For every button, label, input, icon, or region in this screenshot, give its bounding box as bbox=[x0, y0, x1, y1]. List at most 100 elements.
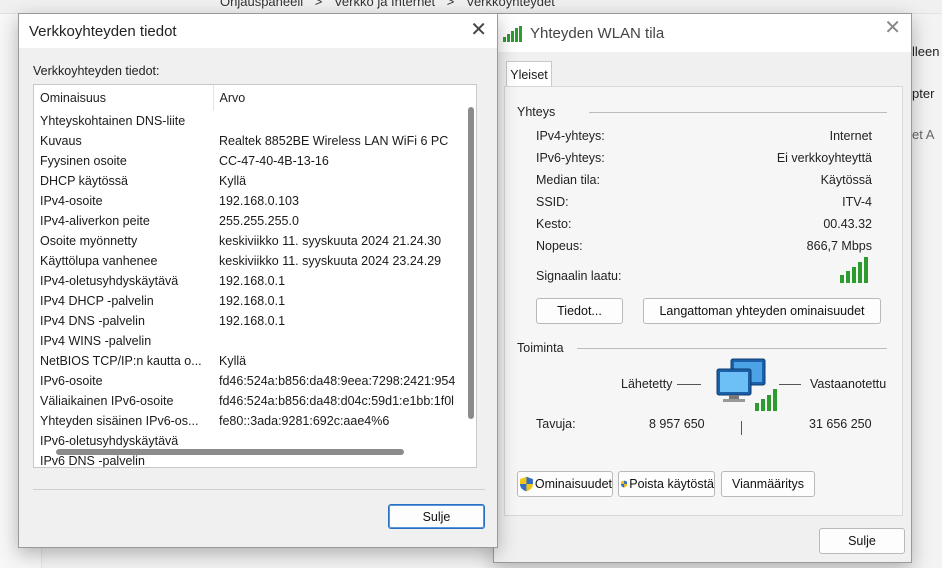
horizontal-scrollbar[interactable] bbox=[56, 449, 404, 455]
details-table: Ominaisuus Arvo Yhteyskohtainen DNS-liit… bbox=[34, 85, 464, 467]
uac-shield-icon bbox=[520, 476, 533, 492]
value-cell bbox=[213, 111, 464, 131]
property-cell: IPv4 DNS -palvelin bbox=[40, 314, 145, 328]
section-divider bbox=[577, 348, 887, 349]
table-row[interactable]: IPv4 DHCP -palvelin 192.168.0.1 bbox=[34, 291, 464, 311]
diagnose-button[interactable]: Vianmääritys bbox=[721, 471, 815, 497]
background-text-fragment: et A bbox=[912, 127, 935, 142]
value-cell: 255.255.255.0 bbox=[219, 214, 299, 228]
breadcrumb-item[interactable]: Verkkoyhteydet bbox=[466, 0, 555, 9]
dialog-divider bbox=[33, 489, 485, 490]
connection-section-heading: Yhteys bbox=[517, 105, 556, 119]
value-cell bbox=[213, 331, 464, 351]
general-tab-panel: Yhteys IPv4-yhteys: Internet IPv6-yhteys… bbox=[504, 86, 903, 516]
value-cell: fd46:524a:b856:da48:d04c:59d1:e1bb:1f0l bbox=[219, 394, 454, 408]
sent-line bbox=[677, 384, 701, 385]
details-list[interactable]: Ominaisuus Arvo Yhteyskohtainen DNS-liit… bbox=[33, 84, 477, 468]
value-cell: keskiviikko 11. syyskuuta 2024 23.24.29 bbox=[219, 254, 442, 268]
value-cell: 192.168.0.1 bbox=[219, 274, 286, 288]
media-state-value: Käytössä bbox=[820, 173, 872, 187]
value-cell: Kyllä bbox=[219, 174, 247, 188]
breadcrumb-separator: > bbox=[314, 0, 323, 9]
table-row[interactable]: IPv4-aliverkon peite 255.255.255.0 bbox=[34, 211, 464, 231]
value-cell: CC-47-40-4B-13-16 bbox=[219, 154, 329, 168]
properties-button[interactable]: Ominaisuudet bbox=[517, 471, 613, 497]
property-cell: IPv4 WINS -palvelin bbox=[40, 334, 152, 348]
value-cell: Realtek 8852BE Wireless LAN WiFi 6 PC bbox=[219, 134, 449, 148]
table-row[interactable]: IPv4 DNS -palvelin 192.168.0.1 bbox=[34, 311, 464, 331]
table-row[interactable]: IPv6-osoite fd46:524a:b856:da48:9eea:7298… bbox=[34, 371, 464, 391]
details-button[interactable]: Tiedot... bbox=[536, 298, 623, 324]
disable-button[interactable]: Poista käytöstä bbox=[618, 471, 715, 497]
column-header-value[interactable]: Arvo bbox=[213, 85, 464, 111]
breadcrumb-item[interactable]: Verkko ja Internet bbox=[334, 0, 435, 9]
signal-quality-label: Signaalin laatu: bbox=[536, 269, 622, 283]
table-row[interactable]: IPv4-oletusyhdyskäytävä 192.168.0.1 bbox=[34, 271, 464, 291]
connection-details-dialog: Verkkoyhteyden tiedot ✕ Verkkoyhteyden t… bbox=[18, 13, 498, 548]
details-table-body: Yhteyskohtainen DNS-liite Kuvaus Realtek 8… bbox=[34, 111, 464, 467]
ipv6-connectivity-value: Ei verkkoyhteyttä bbox=[776, 151, 872, 165]
details-dialog-title: Verkkoyhteyden tiedot bbox=[29, 22, 177, 40]
table-row[interactable]: NetBIOS TCP/IP:n kautta o... Kyllä bbox=[34, 351, 464, 371]
bytes-label: Tavuja: bbox=[536, 417, 576, 431]
status-dialog-title: Yhteyden WLAN tila bbox=[530, 24, 665, 42]
signal-strength-icon bbox=[840, 257, 868, 283]
ipv4-connectivity-label: IPv4-yhteys: bbox=[536, 129, 605, 143]
property-cell: Osoite myönnetty bbox=[40, 234, 138, 248]
table-row[interactable]: Väliaikainen IPv6-osoite fd46:524a:b856:d… bbox=[34, 391, 464, 411]
speed-value: 866,7 Mbps bbox=[806, 239, 872, 253]
background-text-fragment: pter bbox=[912, 86, 935, 101]
value-cell: Kyllä bbox=[219, 354, 247, 368]
table-row[interactable]: Yhteyskohtainen DNS-liite bbox=[34, 111, 464, 131]
status-close-button[interactable]: Sulje bbox=[819, 528, 905, 554]
property-cell: NetBIOS TCP/IP:n kautta o... bbox=[40, 354, 202, 368]
table-row[interactable]: Yhteyden sisäinen IPv6-os... fe80::3ada:9… bbox=[34, 411, 464, 431]
property-cell: Yhteyden sisäinen IPv6-os... bbox=[40, 414, 199, 428]
received-label: Vastaanotettu bbox=[810, 377, 887, 391]
ipv6-connectivity-label: IPv6-yhteys: bbox=[536, 151, 605, 165]
background-breadcrumb: Ohjauspaneeli > Verkko ja Internet > Ver… bbox=[220, 0, 563, 9]
property-cell: Käyttölupa vanhenee bbox=[40, 254, 158, 268]
property-cell: IPv6-osoite bbox=[40, 374, 103, 388]
media-state-label: Median tila: bbox=[536, 173, 600, 187]
bytes-received-value: 31 656 250 bbox=[809, 417, 872, 431]
background-window-header: Ohjauspaneeli > Verkko ja Internet > Ver… bbox=[0, 0, 942, 14]
table-row[interactable]: Fyysinen osoite CC-47-40-4B-13-16 bbox=[34, 151, 464, 171]
tab-general[interactable]: Yleiset bbox=[506, 61, 552, 87]
property-cell: Väliaikainen IPv6-osoite bbox=[40, 394, 174, 408]
details-group-label: Verkkoyhteyden tiedot: bbox=[33, 64, 160, 78]
column-header-property[interactable]: Ominaisuus bbox=[34, 85, 214, 111]
table-row[interactable]: Osoite myönnetty keskiviikko 11. syyskuut… bbox=[34, 231, 464, 251]
section-divider bbox=[589, 112, 887, 113]
property-cell: Yhteyskohtainen DNS-liite bbox=[40, 114, 186, 128]
value-cell bbox=[213, 431, 464, 451]
bytes-sent-value: 8 957 650 bbox=[649, 417, 705, 431]
vertical-scrollbar[interactable] bbox=[468, 107, 474, 419]
value-cell: 192.168.0.1 bbox=[219, 294, 286, 308]
property-cell: IPv4 DHCP -palvelin bbox=[40, 294, 154, 308]
table-row[interactable]: IPv4-osoite 192.168.0.103 bbox=[34, 191, 464, 211]
table-row[interactable]: DHCP käytössä Kyllä bbox=[34, 171, 464, 191]
details-titlebar: Verkkoyhteyden tiedot ✕ bbox=[19, 14, 497, 48]
status-titlebar: Yhteyden WLAN tila ✕ bbox=[494, 14, 911, 52]
wireless-properties-button[interactable]: Langattoman yhteyden ominaisuudet bbox=[643, 298, 881, 324]
sent-label: Lähetetty bbox=[621, 377, 673, 391]
wlan-status-dialog: Yhteyden WLAN tila ✕ Yleiset Yhteys IPv4… bbox=[493, 13, 912, 563]
close-icon[interactable]: ✕ bbox=[884, 18, 901, 38]
table-row[interactable]: Kuvaus Realtek 8852BE Wireless LAN WiFi 6… bbox=[34, 131, 464, 151]
value-cell: fe80::3ada:9281:692c:aae4%6 bbox=[219, 414, 390, 428]
table-row[interactable]: IPv4 WINS -palvelin bbox=[34, 331, 464, 351]
speed-label: Nopeus: bbox=[536, 239, 583, 253]
property-cell: DHCP käytössä bbox=[40, 174, 128, 188]
breadcrumb-item[interactable]: Ohjauspaneeli bbox=[220, 0, 303, 9]
table-header-row: Ominaisuus Arvo bbox=[34, 85, 464, 111]
network-computers-icon bbox=[716, 358, 777, 411]
table-row[interactable]: IPv6-oletusyhdyskäytävä bbox=[34, 431, 464, 451]
property-cell: IPv4-oletusyhdyskäytävä bbox=[40, 274, 179, 288]
property-cell: IPv6-oletusyhdyskäytävä bbox=[40, 434, 179, 448]
signal-bars-icon bbox=[503, 26, 522, 42]
details-close-button[interactable]: Sulje bbox=[388, 504, 485, 529]
close-icon[interactable]: ✕ bbox=[470, 20, 487, 40]
table-row[interactable]: Käyttölupa vanhenee keskiviikko 11. syysk… bbox=[34, 251, 464, 271]
value-cell: fd46:524a:b856:da48:9eea:7298:2421:954 bbox=[219, 374, 456, 388]
